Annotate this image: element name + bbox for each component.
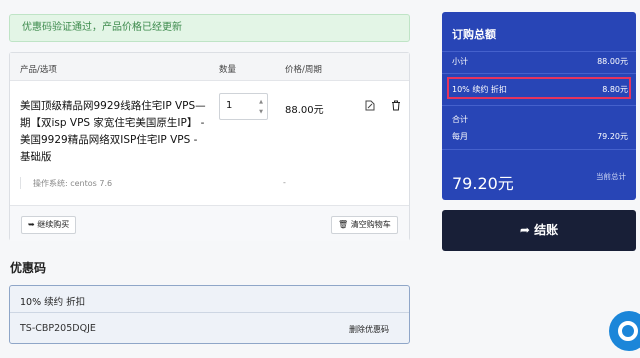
continue-shopping-button[interactable]: ➥ 继续购买: [21, 216, 77, 234]
divider: [10, 312, 409, 313]
option-price: -: [283, 178, 286, 187]
header-price: 价格/周期: [285, 65, 322, 75]
coupon-section-title: 优惠码: [10, 261, 47, 275]
continue-label: 继续购买: [37, 220, 70, 229]
monthly-label: 每月: [452, 132, 468, 141]
item-price: 88.00元: [285, 105, 324, 116]
divider: [442, 149, 636, 150]
cart-panel: 产品/选项 数量 价格/周期 美国顶级精品网9929线路住宅IP VPS—期【双…: [9, 52, 410, 241]
header-qty: 数量: [219, 65, 237, 75]
remove-coupon-link[interactable]: 删除优惠码: [349, 324, 389, 335]
order-summary: 订购总额 小计 88.00元 10% 续约 折扣 8.80元 合计 每月 79.…: [442, 12, 636, 200]
cart-header: 产品/选项 数量 价格/周期: [10, 53, 409, 81]
option-label: 操作系统: centos 7.6: [33, 179, 113, 188]
discount-label: 10% 续约 折扣: [452, 85, 507, 94]
product-name: 美国顶级精品网9929线路住宅IP VPS—期【双isp VPS 家宽住宅美国原…: [20, 100, 206, 163]
monthly-value: 79.20元: [597, 132, 628, 141]
divider: [442, 105, 636, 106]
chat-icon: [618, 321, 638, 341]
clear-cart-button[interactable]: 🗑 清空购物车: [331, 216, 398, 234]
stepper-arrows[interactable]: ▲ ▼: [257, 97, 265, 117]
quantity-input[interactable]: [226, 100, 256, 111]
checkout-button[interactable]: ➦ 结账: [442, 210, 636, 251]
summary-title: 订购总额: [452, 28, 496, 41]
option-row: 操作系统: centos 7.6 -: [20, 177, 400, 189]
clear-label: 清空购物车: [350, 220, 391, 229]
discount-value: 8.80元: [602, 85, 628, 94]
coupon-code: TS-CBP205DQJE: [20, 323, 96, 334]
coupon-box: 10% 续约 折扣 TS-CBP205DQJE 删除优惠码: [9, 285, 410, 344]
subtotal-label: 小计: [452, 57, 468, 66]
trash-icon: 🗑: [338, 220, 349, 229]
coupon-success-alert: 优惠码验证通过，产品价格已经更新: [9, 14, 410, 42]
total-label: 合计: [452, 115, 468, 124]
back-arrow-icon: ➥: [28, 220, 35, 229]
coupon-description: 10% 续约 折扣: [20, 297, 86, 308]
divider: [442, 73, 636, 74]
edit-icon[interactable]: [365, 100, 375, 111]
checkout-label: 结账: [534, 223, 559, 237]
subtotal-value: 88.00元: [597, 57, 628, 66]
cart-footer: ➥ 继续购买 🗑 清空购物车: [10, 205, 409, 241]
trash-icon[interactable]: [391, 100, 401, 111]
due-label: 当前总计: [596, 172, 626, 181]
chat-widget-button[interactable]: [609, 311, 640, 351]
quantity-stepper[interactable]: ▲▼: [219, 93, 268, 120]
divider: [442, 51, 636, 52]
grand-total: 79.20元: [452, 174, 514, 193]
header-product: 产品/选项: [20, 65, 57, 75]
checkout-arrow-icon: ➦: [519, 223, 530, 237]
